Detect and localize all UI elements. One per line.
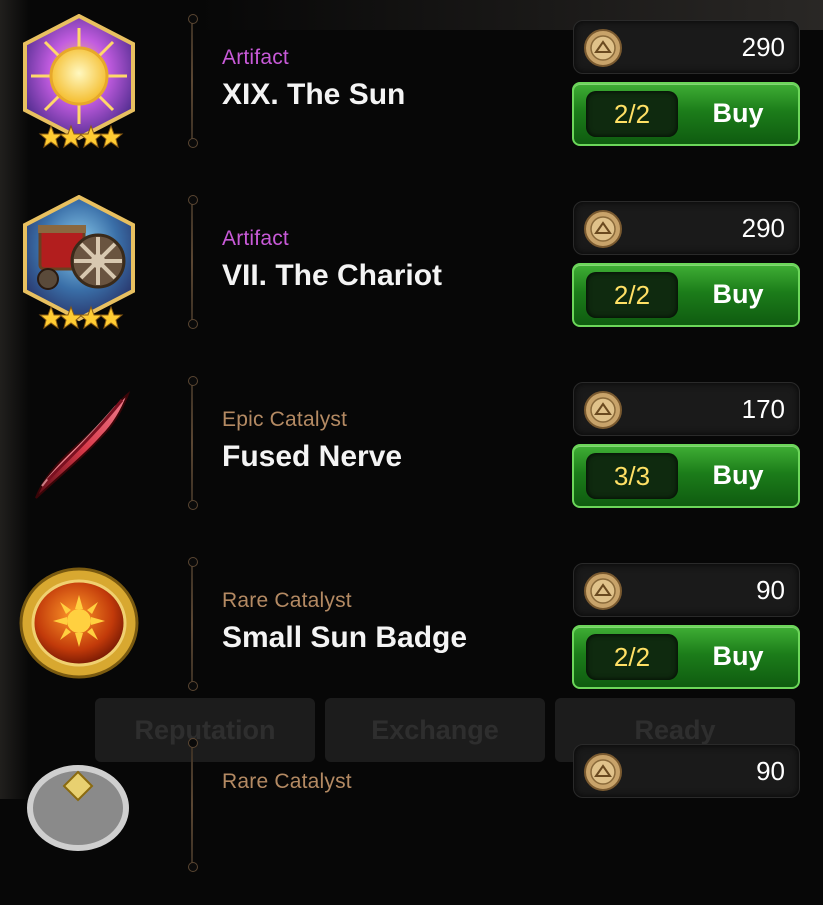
shop-item-row: Artifact VII. The Chariot 290 2/2 Buy [0,181,823,362]
shop-item-row: Rare Catalyst 90 [0,724,823,905]
shop-item-row: Epic Catalyst Fused Nerve 170 3/3 Buy [0,362,823,543]
row-divider [188,738,198,872]
coin-icon [583,752,623,792]
row-divider [188,557,198,691]
stock-count: 2/2 [586,91,678,137]
price-value: 90 [756,575,785,605]
stock-count: 3/3 [586,453,678,499]
coin-icon [583,571,623,611]
sun-badge-icon[interactable] [18,557,140,679]
shop-item-row: Artifact XIX. The Sun 290 2/2 Buy [0,0,823,181]
item-category: Artifact [222,227,289,250]
buy-button[interactable]: 3/3 Buy [572,444,800,508]
row-divider [188,14,198,148]
buy-label: Buy [712,641,764,671]
price-box: 290 [573,20,800,74]
buy-label: Buy [712,279,764,309]
price-box: 90 [573,563,800,617]
item-category: Epic Catalyst [222,408,348,431]
price-value: 90 [756,756,785,786]
buy-button[interactable]: 2/2 Buy [572,625,800,689]
coin-icon [583,28,623,68]
item-category: Rare Catalyst [222,770,352,793]
price-box: 170 [573,382,800,436]
sun-artifact-icon[interactable] [18,13,140,149]
chariot-artifact-icon[interactable] [18,194,140,330]
buy-button[interactable]: 2/2 Buy [572,263,800,327]
ring-icon[interactable] [18,738,140,860]
buy-label: Buy [712,460,764,490]
item-category: Rare Catalyst [222,589,352,612]
buy-label: Buy [712,98,764,128]
row-divider [188,195,198,329]
item-name: XIX. The Sun [222,78,406,111]
buy-button[interactable]: 2/2 Buy [572,82,800,146]
shop-item-list: Artifact XIX. The Sun 290 2/2 Buy Artifa… [0,0,823,872]
price-value: 290 [741,213,785,243]
stock-count: 2/2 [586,272,678,318]
stock-count: 2/2 [586,634,678,680]
fused-nerve-icon[interactable] [18,376,140,499]
item-name: Fused Nerve [222,440,403,473]
item-name: VII. The Chariot [222,259,443,292]
row-divider [188,376,198,510]
price-box: 90 [573,744,800,798]
item-name: Small Sun Badge [222,621,468,654]
coin-icon [583,390,623,430]
shop-item-row: Rare Catalyst Small Sun Badge 90 2/2 Buy [0,543,823,724]
coin-icon [583,209,623,249]
price-box: 290 [573,201,800,255]
price-value: 170 [741,394,785,424]
item-category: Artifact [222,46,289,69]
price-value: 290 [741,32,785,62]
